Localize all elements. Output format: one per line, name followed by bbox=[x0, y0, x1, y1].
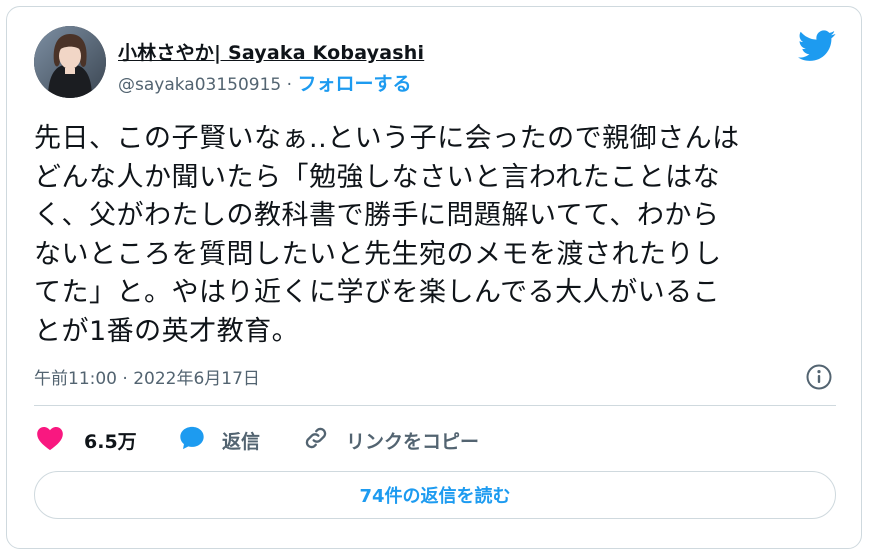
twitter-bird-icon[interactable] bbox=[798, 30, 836, 62]
author-handle[interactable]: @sayaka03150915 bbox=[118, 75, 281, 95]
tweet-text: 先日、この子賢いなぁ..という子に会ったので親御さんは どんな人か聞いたら「勉強… bbox=[34, 120, 834, 352]
link-icon bbox=[302, 424, 330, 456]
like-count: 6.5万 bbox=[84, 430, 137, 453]
reply-label: 返信 bbox=[222, 430, 261, 453]
tweet-text-line: く、父がわたしの教科書で勝手に問題解いてて、わから bbox=[34, 200, 720, 232]
follow-button[interactable]: フォローする bbox=[297, 73, 411, 95]
author-handle-row: @sayaka03150915 · フォローする bbox=[118, 69, 411, 96]
reply-button[interactable]: 返信 bbox=[178, 424, 260, 456]
copy-link-label: リンクをコピー bbox=[346, 430, 480, 453]
heart-icon bbox=[36, 425, 64, 455]
read-replies-button[interactable]: 74件の返信を読む bbox=[34, 471, 836, 519]
tweet-text-line: ないところを質問したいと先生宛のメモを渡されたりし bbox=[34, 238, 722, 270]
handle-separator: · bbox=[281, 75, 298, 95]
copy-link-button[interactable]: リンクをコピー bbox=[302, 424, 479, 456]
tweet-timestamp[interactable]: 午前11:00 · 2022年6月17日 bbox=[34, 364, 260, 389]
tweet-text-line: てた」と。やはり近くに学びを楽しんでる大人がいるこ bbox=[34, 277, 721, 309]
info-icon[interactable] bbox=[806, 364, 832, 390]
tweet-text-line: とが1番の英才教育。 bbox=[34, 315, 300, 347]
author-name[interactable]: 小林さやか| Sayaka Kobayashi bbox=[118, 38, 424, 65]
divider bbox=[34, 405, 836, 406]
like-button[interactable]: 6.5万 bbox=[36, 424, 137, 456]
reply-bubble-icon bbox=[178, 424, 206, 456]
avatar[interactable] bbox=[34, 26, 106, 98]
read-replies-label: 74件の返信を読む bbox=[359, 486, 511, 507]
tweet-text-line: 先日、この子賢いなぁ..という子に会ったので親御さんは bbox=[34, 123, 740, 154]
tweet-text-line: どんな人か聞いたら「勉強しなさいと言われたことはな bbox=[34, 161, 721, 193]
